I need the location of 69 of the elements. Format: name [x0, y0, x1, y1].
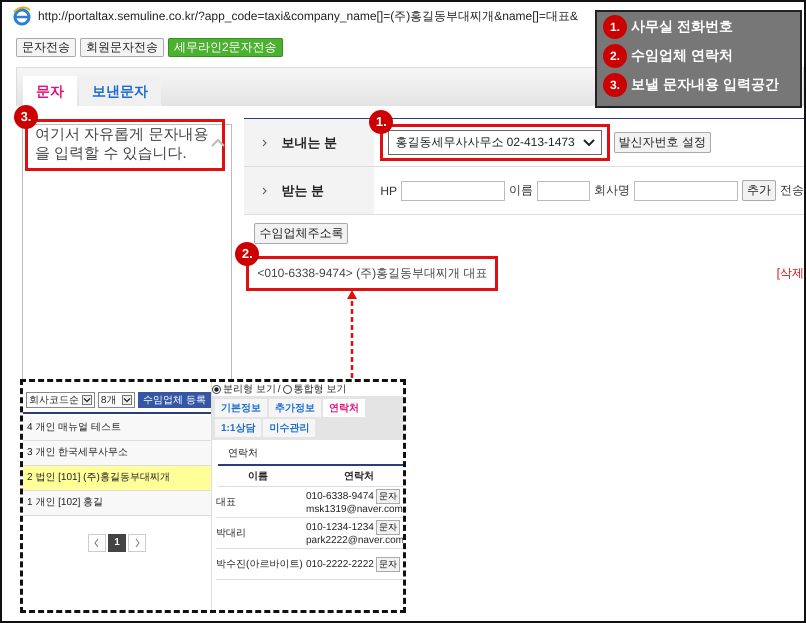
sort-select[interactable]: 회사코드순 — [26, 392, 95, 408]
legend-text: 사무실 전화번호 — [631, 18, 733, 36]
section-title: 연락처 — [218, 440, 403, 466]
tab[interactable]: 기본정보 — [215, 399, 267, 417]
count-select[interactable]: 8개 — [98, 392, 136, 408]
company-item[interactable]: 1 개인 [102] 홍길 — [23, 491, 211, 516]
company-item[interactable]: 4 개인 매뉴얼 테스트 — [23, 416, 211, 441]
field-label: HP — [380, 184, 397, 198]
radio-label: 통합형 보기 — [294, 383, 346, 396]
legend-text: 수임업체 연락처 — [631, 47, 733, 65]
message-text: 여기서 자유롭게 문자내용을 입력할 수 있습니다. — [35, 126, 208, 162]
field-label: 회사명 — [594, 182, 630, 199]
radio-button[interactable] — [212, 384, 221, 394]
column-header: 이름 — [247, 470, 269, 483]
number-badge: 1. — [369, 110, 394, 134]
sms-button[interactable]: 문자 — [376, 489, 400, 504]
chevron-right-icon — [262, 186, 268, 194]
send-mode-button[interactable]: 회원문자전송 — [80, 38, 164, 57]
number-badge: 3. — [14, 105, 38, 129]
phone-text: 010-1234-1234 — [306, 522, 374, 533]
chevron-right-icon — [262, 138, 268, 146]
number-badge: 3. — [603, 73, 627, 97]
column-header: 연락처 — [343, 470, 374, 483]
send-mode-button[interactable]: 문자전송 — [16, 38, 76, 57]
email-text: msk1319@naver.com — [306, 504, 403, 515]
select-value: 회사코드순 — [29, 394, 79, 407]
radio-button[interactable] — [282, 384, 292, 394]
sender-number-button[interactable]: 발신자번호 설정 — [614, 132, 712, 153]
input-field[interactable] — [401, 180, 505, 200]
register-button[interactable]: 수임업체 등록 — [138, 392, 211, 408]
scroll-up-icon[interactable] — [211, 139, 226, 147]
tab[interactable]: 문자 — [23, 76, 77, 106]
recipient-label: 받는 분 — [281, 182, 324, 200]
company-item[interactable]: 3 개인 한국세무사무소 — [23, 441, 211, 466]
url-text: http://portaltax.semuline.co.kr/?app_code=taxi&company_name[]=(주)홍길동부대찌개&name[]=대표& — [38, 8, 578, 24]
browser-logo-icon — [12, 6, 32, 26]
next-page-icon[interactable] — [128, 534, 146, 552]
phone-text: 010-6338-9474 — [306, 491, 374, 502]
sms-button[interactable]: 문자 — [376, 556, 400, 572]
select-value: 8개 — [100, 394, 116, 407]
tab[interactable]: 연락처 — [323, 399, 365, 417]
sms-button[interactable]: 문자 — [376, 520, 400, 535]
tab[interactable]: 미수관리 — [263, 419, 316, 437]
company-item[interactable]: 2 법인 [101] (주)홍길동부대찌개 — [23, 466, 211, 491]
address-book-button[interactable]: 수임업체주소록 — [254, 223, 348, 244]
dropdown-icon — [82, 395, 92, 405]
previous-page-icon[interactable] — [88, 534, 106, 552]
send-text: 전송 — [780, 182, 804, 199]
chevron-down-icon — [582, 138, 595, 146]
dropdown-icon — [122, 395, 132, 405]
legend-text: 보낼 문자내용 입력공간 — [631, 76, 779, 94]
delete-link[interactable]: [삭제 — [776, 265, 804, 282]
input-field[interactable] — [537, 180, 590, 200]
tab[interactable]: 추가정보 — [269, 399, 321, 417]
input-field[interactable] — [634, 180, 738, 200]
sender-label: 보내는 분 — [281, 134, 337, 152]
add-button[interactable]: 추가 — [742, 180, 776, 201]
number-badge: 2. — [235, 242, 260, 266]
select-value: 홍길동세무사사무소 02-413-1473 — [395, 134, 575, 151]
number-badge: 1. — [603, 15, 627, 39]
separator-text: / — [278, 384, 281, 394]
sender-select[interactable]: 홍길동세무사사무소 02-413-1473 — [388, 130, 602, 155]
field-label: 이름 — [509, 182, 533, 199]
phone-text: 010-2222-2222 — [306, 558, 374, 570]
tab[interactable]: 1:1상담 — [215, 419, 262, 437]
page-number[interactable]: 1 — [108, 534, 126, 552]
recipient-entry: <010-6338-9474> (주)홍길동부대찌개 대표 — [257, 266, 488, 280]
email-text: park2222@naver.com — [306, 535, 403, 546]
number-badge: 2. — [603, 44, 627, 68]
